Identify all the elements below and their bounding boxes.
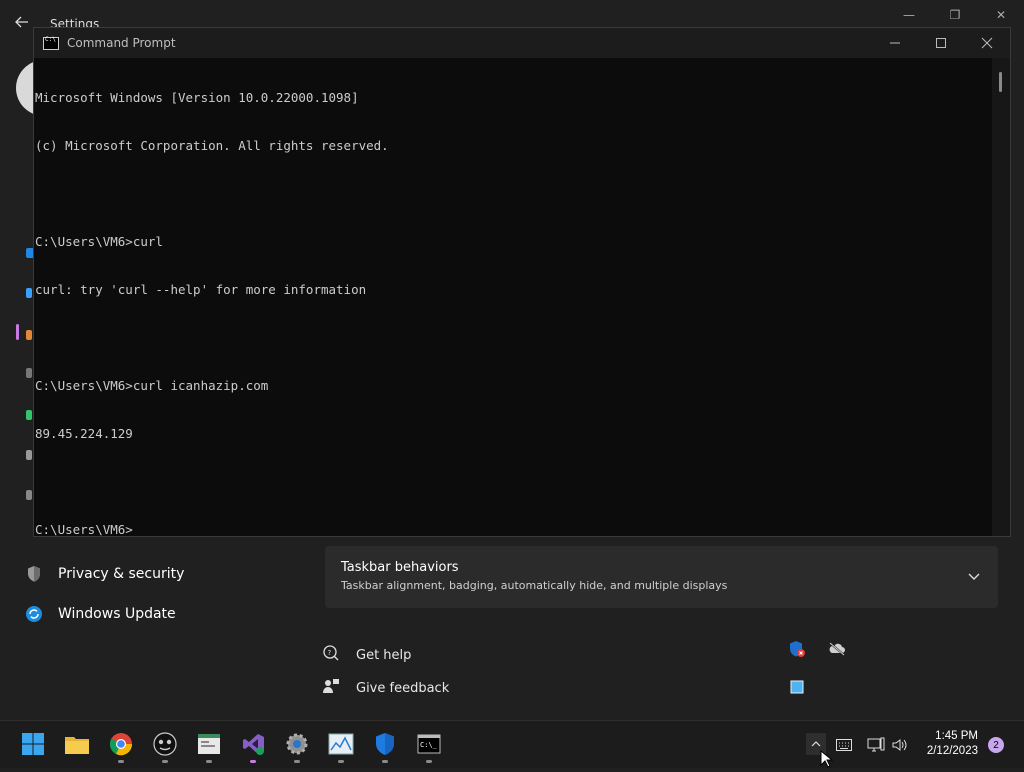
notification-badge[interactable]: 2 — [988, 737, 1004, 753]
nav-icon-peek — [26, 490, 32, 500]
running-indicator — [338, 760, 344, 763]
running-indicator — [118, 760, 124, 763]
nav-icon-peek — [26, 288, 32, 298]
console-line: 89.45.224.129 — [35, 426, 133, 441]
close-icon — [981, 37, 993, 49]
cmd-titlebar[interactable]: Command Prompt — [34, 28, 1010, 58]
maximize-icon — [936, 38, 946, 48]
help-icon: ? — [322, 644, 340, 666]
app-mask-icon[interactable] — [152, 731, 178, 757]
clock-time: 1:45 PM — [935, 730, 978, 742]
console-prompt-line[interactable]: C:\Users\VM6> — [35, 522, 992, 538]
nav-icon-peek — [26, 368, 32, 378]
command-prompt-taskbar-icon[interactable]: C:\_ — [416, 731, 442, 757]
give-feedback-link[interactable]: Give feedback — [322, 677, 449, 699]
file-explorer-icon[interactable] — [64, 731, 90, 757]
running-indicator — [206, 760, 212, 763]
chrome-icon[interactable] — [108, 731, 134, 757]
settings-gear-icon[interactable] — [284, 731, 310, 757]
system-clock[interactable]: 1:45 PM 2/12/2023 — [927, 729, 978, 759]
back-arrow-icon[interactable] — [14, 14, 34, 34]
console-line: Microsoft Windows [Version 10.0.22000.10… — [35, 90, 359, 105]
running-indicator — [294, 760, 300, 763]
visual-studio-icon[interactable] — [240, 731, 266, 757]
get-help-link[interactable]: ? Get help — [322, 644, 411, 666]
console-line: C:\Users\VM6>curl icanhazip.com — [35, 378, 269, 393]
clock-date: 2/12/2023 — [926, 745, 978, 757]
console-line: C:\Users\VM6>curl — [35, 234, 163, 249]
cmd-app-icon — [43, 36, 59, 50]
scrollbar-thumb[interactable] — [999, 72, 1002, 92]
minimize-button[interactable] — [872, 28, 918, 58]
svg-text:C:\_: C:\_ — [420, 741, 438, 749]
svg-text:?: ? — [328, 649, 332, 657]
sidebar-item-label: Windows Update — [58, 606, 176, 622]
console-output[interactable]: Microsoft Windows [Version 10.0.22000.10… — [34, 58, 992, 538]
settings-minimize-button[interactable]: — — [886, 8, 932, 26]
taskbar-behaviors-subtitle: Taskbar alignment, badging, automaticall… — [341, 579, 728, 592]
defender-shield-icon[interactable] — [372, 731, 398, 757]
start-windows-icon[interactable] — [20, 731, 46, 757]
settings-maximize-button[interactable]: ❐ — [932, 8, 978, 26]
running-indicator — [162, 760, 168, 763]
maximize-button[interactable] — [918, 28, 964, 58]
defender-warning-icon[interactable] — [788, 640, 806, 658]
running-indicator — [382, 760, 388, 763]
chevron-down-icon[interactable] — [966, 568, 982, 584]
running-indicator — [250, 760, 256, 763]
close-button[interactable] — [964, 28, 1010, 58]
console-line: curl: try 'curl --help' for more informa… — [35, 282, 367, 297]
cmd-title: Command Prompt — [67, 36, 176, 50]
console-line: (c) Microsoft Corporation. All rights re… — [35, 138, 389, 153]
network-icon[interactable] — [866, 735, 886, 755]
settings-close-button[interactable]: ✕ — [978, 8, 1024, 26]
app-window-icon[interactable] — [196, 731, 222, 757]
resource-monitor-icon[interactable] — [328, 731, 354, 757]
windows-update-icon — [24, 604, 44, 624]
nav-icon-peek — [26, 450, 32, 460]
feedback-icon — [322, 677, 340, 699]
volume-icon[interactable] — [890, 735, 910, 755]
running-indicator — [426, 760, 432, 763]
minimize-icon — [890, 42, 900, 44]
taskbar: C:\_ 1:45 PM 2/12/2023 2 — [0, 720, 1024, 768]
nav-icon-peek — [26, 330, 32, 340]
onedrive-offline-icon[interactable] — [828, 640, 846, 658]
sidebar-item-windows-update[interactable]: Windows Update — [24, 596, 314, 632]
command-prompt-window[interactable]: Command Prompt Microsoft Windows [Versio… — [33, 27, 1011, 537]
give-feedback-label: Give feedback — [356, 680, 450, 696]
get-help-label: Get help — [356, 647, 412, 663]
app-tray-icon[interactable] — [788, 678, 806, 696]
vertical-scrollbar[interactable] — [992, 58, 1010, 536]
nav-icon-peek — [26, 410, 32, 420]
mouse-cursor-icon — [820, 749, 834, 768]
keyboard-icon[interactable] — [834, 735, 854, 755]
nav-selected-indicator — [16, 324, 19, 340]
